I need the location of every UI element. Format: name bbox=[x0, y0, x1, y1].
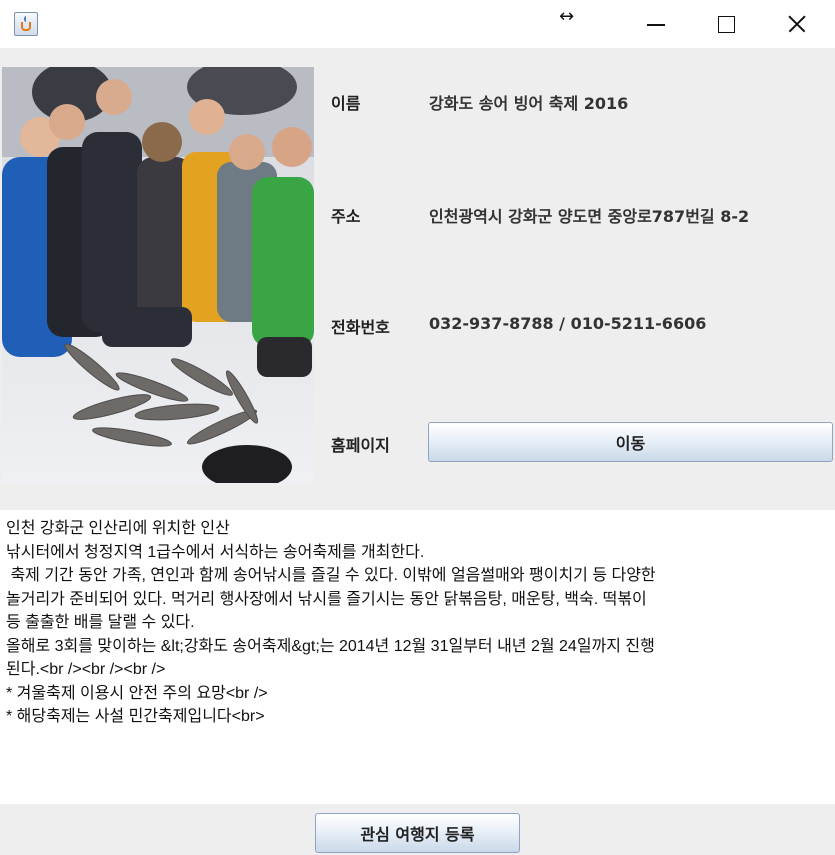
maximize-icon[interactable] bbox=[696, 6, 756, 42]
address-label: 주소 bbox=[331, 207, 361, 226]
resize-horizontal-icon: ↔ bbox=[559, 6, 575, 27]
phone-value: 032-937-8788 / 010-5211-6606 bbox=[429, 314, 707, 333]
title-bar: ↔ bbox=[0, 0, 835, 48]
festival-photo bbox=[2, 67, 314, 483]
description-line: * 해당축제는 사설 민간축제입니다<br> bbox=[6, 708, 265, 725]
homepage-go-button[interactable]: 이동 bbox=[428, 422, 833, 462]
description-line: 낚시터에서 청정지역 1급수에서 서식하는 송어축제를 개최한다. bbox=[6, 543, 425, 561]
description-text-area[interactable]: 인천 강화군 인산리에 위치한 인산 낚시터에서 청정지역 1급수에서 서식하는… bbox=[0, 510, 835, 804]
name-value: 강화도 송어 빙어 축제 2016 bbox=[429, 94, 629, 113]
address-value: 인천광역시 강화군 양도면 중앙로787번길 8-2 bbox=[429, 207, 750, 226]
register-favorite-button[interactable]: 관심 여행지 등록 bbox=[315, 813, 520, 853]
description-line: * 겨울축제 이용시 안전 주의 요망<br /> bbox=[6, 684, 268, 702]
description-line: 놀거리가 준비되어 있다. 먹거리 행사장에서 낚시를 즐기시는 동안 닭볶음탕… bbox=[6, 590, 647, 608]
minimize-icon[interactable] bbox=[626, 6, 686, 42]
description-line: 축제 기간 동안 가족, 연인과 함께 송어낚시를 즐길 수 있다. 이밖에 얼… bbox=[6, 567, 656, 584]
description-line: 등 출출한 배를 달랠 수 있다. bbox=[6, 614, 195, 631]
phone-label: 전화번호 bbox=[331, 318, 390, 337]
description-line: 된다.<br /><br /><br /> bbox=[6, 661, 166, 678]
java-cup-icon[interactable] bbox=[14, 12, 38, 36]
description-line: 올해로 3회를 맞이하는 &lt;강화도 송어축제&gt;는 2014년 12월… bbox=[6, 637, 655, 655]
close-icon[interactable] bbox=[767, 6, 827, 42]
name-label: 이름 bbox=[331, 94, 361, 113]
description-line: 인천 강화군 인산리에 위치한 인산 bbox=[6, 520, 230, 537]
homepage-label: 홈페이지 bbox=[331, 436, 390, 455]
